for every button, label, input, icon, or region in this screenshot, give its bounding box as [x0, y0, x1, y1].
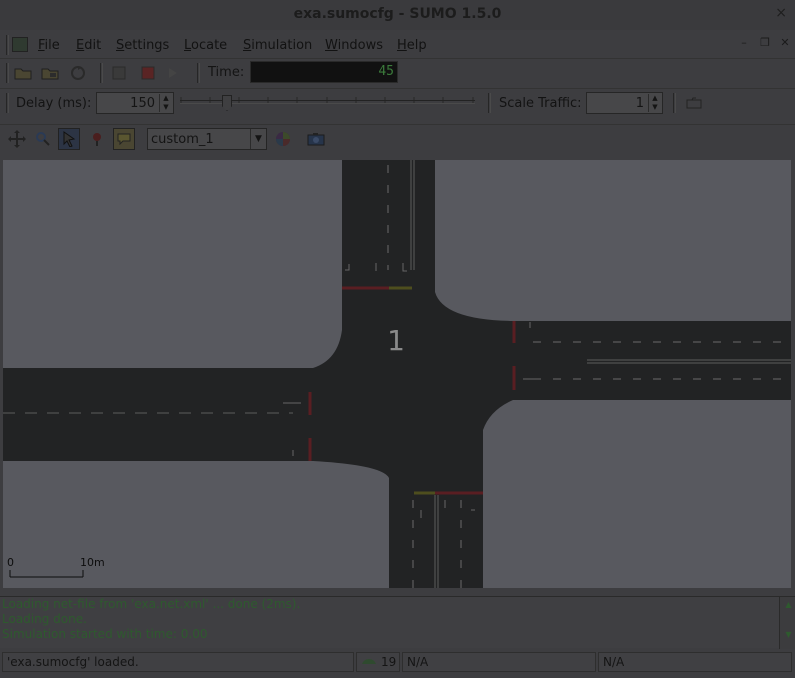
mdi-close-button[interactable]: ✕: [778, 37, 792, 50]
scale-traffic-spinner[interactable]: 1 ▲ ▼: [586, 92, 663, 114]
close-window-button[interactable]: ×: [775, 5, 787, 21]
open-network-icon[interactable]: [39, 62, 61, 84]
step-simulation-icon[interactable]: [163, 62, 185, 84]
sumo-app-icon: [12, 37, 28, 52]
open-folder-icon[interactable]: [12, 62, 34, 84]
color-scheme-icon[interactable]: [272, 128, 294, 150]
toolbar-grip-6[interactable]: [673, 93, 676, 113]
menu-file[interactable]: File: [38, 38, 60, 53]
folder-icon[interactable]: [683, 92, 705, 114]
toolbar-grip-5[interactable]: [488, 93, 491, 113]
console-line: Loading net-file from 'exa.net.xml' ... …: [2, 597, 301, 611]
chevron-down-icon[interactable]: ▼: [250, 129, 266, 149]
status-message: 'exa.sumocfg' loaded.: [2, 652, 354, 672]
time-value: 45: [378, 64, 394, 79]
time-label: Time:: [208, 65, 245, 80]
color-scheme-value: custom_1: [151, 132, 214, 147]
scale-spin-arrows-icon[interactable]: ▲ ▼: [648, 94, 661, 112]
message-console[interactable]: Loading net-file from 'exa.net.xml' ... …: [0, 596, 795, 649]
toolbar-grip[interactable]: [6, 63, 9, 83]
menu-help[interactable]: Help: [397, 38, 427, 53]
menu-edit[interactable]: Edit: [76, 38, 101, 53]
title-bar: exa.sumocfg - SUMO 1.5.0 ×: [0, 0, 795, 30]
status-field-2: N/A: [402, 652, 596, 672]
mdi-minimize-button[interactable]: –: [737, 37, 751, 50]
delay-spin-arrows-icon[interactable]: ▲ ▼: [159, 94, 172, 112]
delay-value: 150: [130, 96, 155, 111]
tooltip-toggle-icon[interactable]: [113, 128, 135, 150]
car-icon: [362, 659, 376, 664]
junction-label: 1: [387, 324, 405, 357]
run-simulation-icon[interactable]: [108, 62, 130, 84]
delay-label: Delay (ms):: [16, 96, 92, 111]
zoom-icon[interactable]: [32, 128, 54, 150]
status-bar: 'exa.sumocfg' loaded. 19 N/A N/A: [0, 650, 795, 674]
console-line: Loading done.: [2, 612, 87, 626]
menu-windows[interactable]: Windows: [325, 38, 383, 53]
stop-simulation-icon[interactable]: [137, 62, 159, 84]
west-road: [3, 368, 313, 461]
vehicle-count: 19: [356, 652, 400, 672]
toolbar-grip-2[interactable]: [100, 63, 103, 83]
menu-locate[interactable]: Locate: [184, 38, 227, 53]
scale-start-label: 0: [7, 556, 14, 569]
vehicle-count-value: 19: [381, 655, 397, 669]
menu-settings[interactable]: Settings: [116, 38, 169, 53]
scale-traffic-value: 1: [635, 96, 644, 111]
select-mode-icon[interactable]: [58, 128, 80, 150]
toolbar-grip-3[interactable]: [197, 63, 200, 83]
scale-end-label: 10m: [80, 556, 105, 569]
recenter-view-icon[interactable]: [6, 128, 28, 150]
scale-traffic-label: Scale Traffic:: [499, 96, 582, 111]
network-view[interactable]: 1 0 10m: [3, 160, 791, 588]
junction-area: [313, 292, 513, 490]
status-field-3: N/A: [598, 652, 792, 672]
menu-bar: File Edit Settings Locate Simulation Win…: [0, 34, 795, 56]
console-line: Simulation started with time: 0.00: [2, 627, 208, 641]
south-road: [389, 490, 483, 588]
menubar-grip[interactable]: [6, 35, 9, 55]
screenshot-camera-icon[interactable]: [305, 128, 327, 150]
menu-simulation[interactable]: Simulation: [243, 38, 312, 53]
delay-spinner[interactable]: 150 ▲ ▼: [96, 92, 174, 114]
locate-junction-icon[interactable]: [86, 128, 108, 150]
window-title: exa.sumocfg - SUMO 1.5.0: [293, 6, 502, 22]
time-display: 45: [250, 61, 398, 83]
color-scheme-select[interactable]: custom_1 ▼: [147, 128, 267, 150]
network-canvas[interactable]: 1 0 10m: [3, 160, 791, 588]
toolbar-grip-4[interactable]: [6, 93, 9, 113]
reload-icon[interactable]: [67, 62, 89, 84]
console-scrollbar[interactable]: ▲ ▼: [779, 597, 795, 649]
mdi-restore-button[interactable]: ❐: [758, 37, 772, 50]
view-toolbar: [0, 124, 795, 154]
scale-bar: [9, 570, 84, 578]
sumo-window: exa.sumocfg - SUMO 1.5.0 × File Edit Set…: [0, 0, 795, 678]
